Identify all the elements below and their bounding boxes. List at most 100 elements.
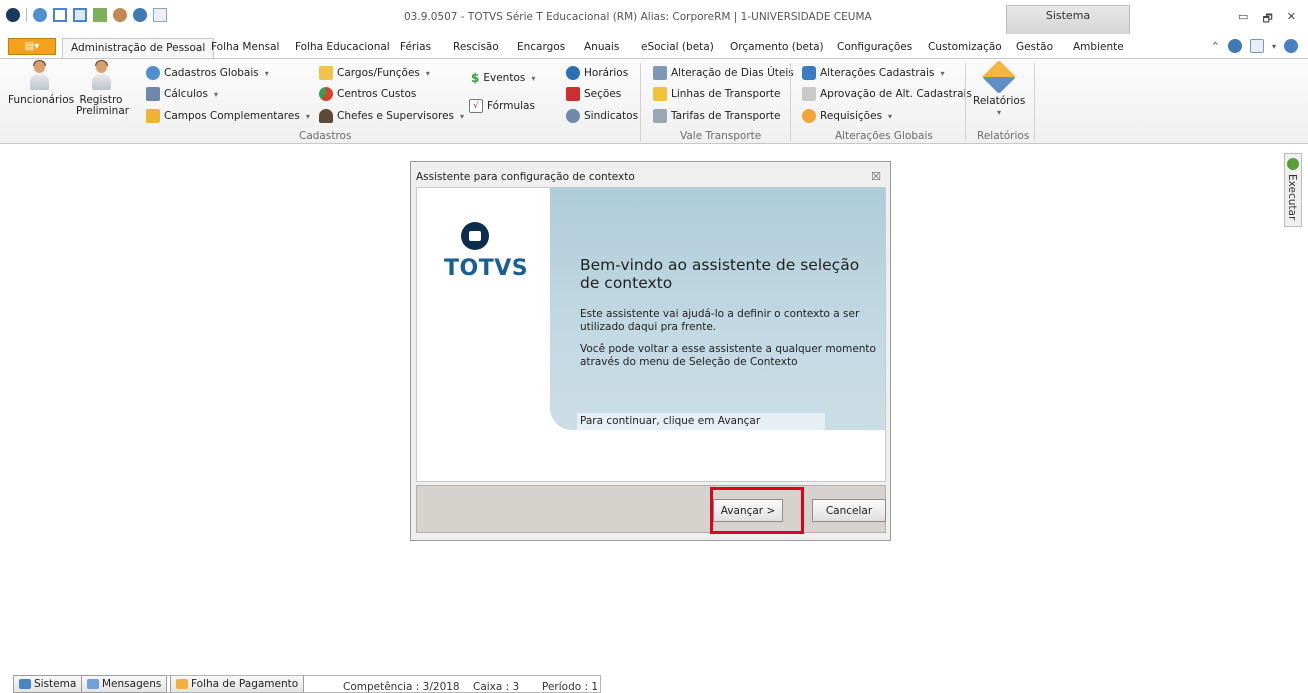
- context-wizard-dialog: Assistente para configuração de contexto…: [410, 161, 891, 541]
- ribbon-separator: [965, 63, 966, 141]
- eventos-button[interactable]: $ Eventos ▾: [471, 71, 535, 85]
- cancel-button[interactable]: Cancelar: [812, 499, 886, 522]
- user-icon[interactable]: [113, 8, 127, 22]
- ribbon-right-tools: ⌃ ▾: [1211, 39, 1298, 53]
- dropdown-caret-icon: ▾: [305, 111, 310, 121]
- clock-icon: [566, 66, 580, 80]
- return-text: Você pode voltar a esse assistente a qua…: [580, 343, 876, 368]
- tab-anuais[interactable]: Anuais: [576, 38, 627, 58]
- chevron-down-icon[interactable]: ▾: [1272, 42, 1276, 51]
- sections-icon: [566, 87, 580, 101]
- title-bar: 03.9.0507 - TOTVS Série T Educacional (R…: [0, 0, 1308, 36]
- tab-esocial[interactable]: eSocial (beta): [633, 38, 722, 58]
- context-tab-sistema[interactable]: Sistema: [1006, 5, 1130, 34]
- union-icon: [566, 109, 580, 123]
- folha-pagamento-status-button[interactable]: Folha de Pagamento: [170, 675, 305, 693]
- globe-icon: [146, 66, 160, 80]
- close-icon[interactable]: ☒: [871, 170, 881, 183]
- dropdown-caret-icon: ▾: [888, 111, 893, 121]
- periodo-text: Período : 1: [542, 681, 599, 693]
- collapse-ribbon-icon[interactable]: ⌃: [1211, 40, 1220, 53]
- tab-configuracoes[interactable]: Configurações: [829, 38, 920, 58]
- earth-icon[interactable]: [133, 8, 147, 22]
- secoes-button[interactable]: Seções: [566, 87, 621, 101]
- calendar-edit-icon: [653, 66, 667, 80]
- layout-icon[interactable]: [1249, 39, 1264, 53]
- monitor-icon: [19, 679, 31, 689]
- preliminar-label: Preliminar: [76, 105, 130, 117]
- dropdown-caret-icon: ▾: [264, 68, 269, 78]
- tab-administracao-pessoal[interactable]: Administração de Pessoal: [62, 38, 215, 58]
- campos-complementares-button[interactable]: Campos Complementares ▾: [146, 109, 310, 123]
- briefcase-icon: [319, 66, 333, 80]
- dollar-icon: $: [471, 71, 480, 85]
- messages-icon: [87, 679, 99, 689]
- restore-icon[interactable]: 🗗: [1262, 10, 1272, 29]
- tab-folha-educacional[interactable]: Folha Educacional: [287, 38, 398, 58]
- sindicatos-button[interactable]: Sindicatos: [566, 109, 638, 123]
- chefes-supervisores-button[interactable]: Chefes e Supervisores ▾: [319, 109, 464, 123]
- tab-rescisao[interactable]: Rescisão: [445, 38, 507, 58]
- mensagens-status-button[interactable]: Mensagens: [81, 675, 168, 693]
- globe-icon[interactable]: [33, 8, 47, 22]
- ribbon-tabs: ▤▾ Administração de Pessoal Folha Mensal…: [0, 36, 1308, 58]
- aprovacao-alt-cadastrais-button[interactable]: Aprovação de Alt. Cadastrais: [802, 87, 972, 101]
- competencia-text: Competência : 3/2018: [343, 681, 460, 693]
- app-menu-button[interactable]: ▤▾: [8, 38, 56, 55]
- tab-folha-mensal[interactable]: Folha Mensal: [203, 38, 287, 58]
- requests-icon: [802, 109, 816, 123]
- dialog-footer: Avançar > Cancelar: [416, 485, 886, 533]
- tab-gestao[interactable]: Gestão: [1008, 38, 1061, 58]
- sistema-status-button[interactable]: Sistema: [13, 675, 83, 693]
- approve-icon: [802, 87, 816, 101]
- horarios-button[interactable]: Horários: [566, 66, 628, 80]
- highlight-box: [710, 487, 804, 534]
- alteracoes-cadastrais-button[interactable]: Alterações Cadastrais ▾: [802, 66, 945, 80]
- reports-icon: [982, 60, 1016, 94]
- window-icon[interactable]: [53, 8, 67, 22]
- employee-icon: [29, 60, 49, 91]
- relatorios-button[interactable]: Relatórios ▾: [973, 60, 1025, 118]
- requisicoes-button[interactable]: Requisições ▾: [802, 109, 892, 123]
- totvs-logo-text: TOTVS: [444, 256, 529, 281]
- formulas-button[interactable]: √ Fórmulas: [469, 99, 535, 113]
- chevron-down-icon: ▾: [996, 108, 1001, 117]
- group-label-relatorios: Relatórios: [977, 130, 1030, 142]
- quick-access-toolbar: [6, 8, 167, 22]
- tab-ferias[interactable]: Férias: [392, 38, 439, 58]
- tab-ambiente[interactable]: Ambiente: [1065, 38, 1132, 58]
- dropdown-caret-icon: ▾: [460, 111, 465, 121]
- cadastros-globais-button[interactable]: Cadastros Globais ▾: [146, 66, 269, 80]
- payroll-icon: [176, 679, 188, 689]
- group-label-alteracoes-globais: Alterações Globais: [835, 130, 933, 142]
- status-bar: Sistema Mensagens Folha de Pagamento Com…: [0, 672, 1308, 693]
- tab-encargos[interactable]: Encargos: [509, 38, 573, 58]
- funcionarios-button[interactable]: Funcionários: [8, 60, 74, 106]
- executar-side-tab[interactable]: Executar: [1284, 153, 1302, 227]
- cargos-funcoes-button[interactable]: Cargos/Funções ▾: [319, 66, 430, 80]
- window-add-icon[interactable]: [73, 8, 87, 22]
- help-icon[interactable]: [1284, 39, 1298, 53]
- calculos-button[interactable]: Cálculos ▾: [146, 87, 218, 101]
- close-icon[interactable]: ✕: [1287, 10, 1296, 29]
- route-icon: [653, 87, 667, 101]
- registro-preliminar-button[interactable]: Registro Preliminar: [76, 60, 130, 117]
- linhas-transporte-button[interactable]: Linhas de Transporte: [653, 87, 781, 101]
- tarifas-transporte-button[interactable]: Tarifas de Transporte: [653, 109, 780, 123]
- minimize-icon[interactable]: ▭: [1238, 10, 1248, 29]
- boss-icon: [319, 109, 333, 123]
- ribbon-separator: [1034, 63, 1035, 141]
- grid-icon[interactable]: [93, 8, 107, 22]
- user-globe-icon[interactable]: [1227, 39, 1242, 53]
- tab-customizacao[interactable]: Customização: [920, 38, 1010, 58]
- app-orb-icon[interactable]: [6, 8, 20, 22]
- dialog-title: Assistente para configuração de contexto: [416, 171, 635, 183]
- executar-label: Executar: [1286, 174, 1298, 221]
- copy-icon[interactable]: [153, 8, 167, 22]
- tab-orcamento[interactable]: Orçamento (beta): [722, 38, 832, 58]
- window-controls: ▭ 🗗 ✕: [1238, 10, 1296, 29]
- centros-custos-button[interactable]: Centros Custos: [319, 87, 416, 101]
- pie-chart-icon: [319, 87, 333, 101]
- dropdown-caret-icon: ▾: [940, 68, 945, 78]
- alteracao-dias-uteis-button[interactable]: Alteração de Dias Úteis: [653, 66, 794, 80]
